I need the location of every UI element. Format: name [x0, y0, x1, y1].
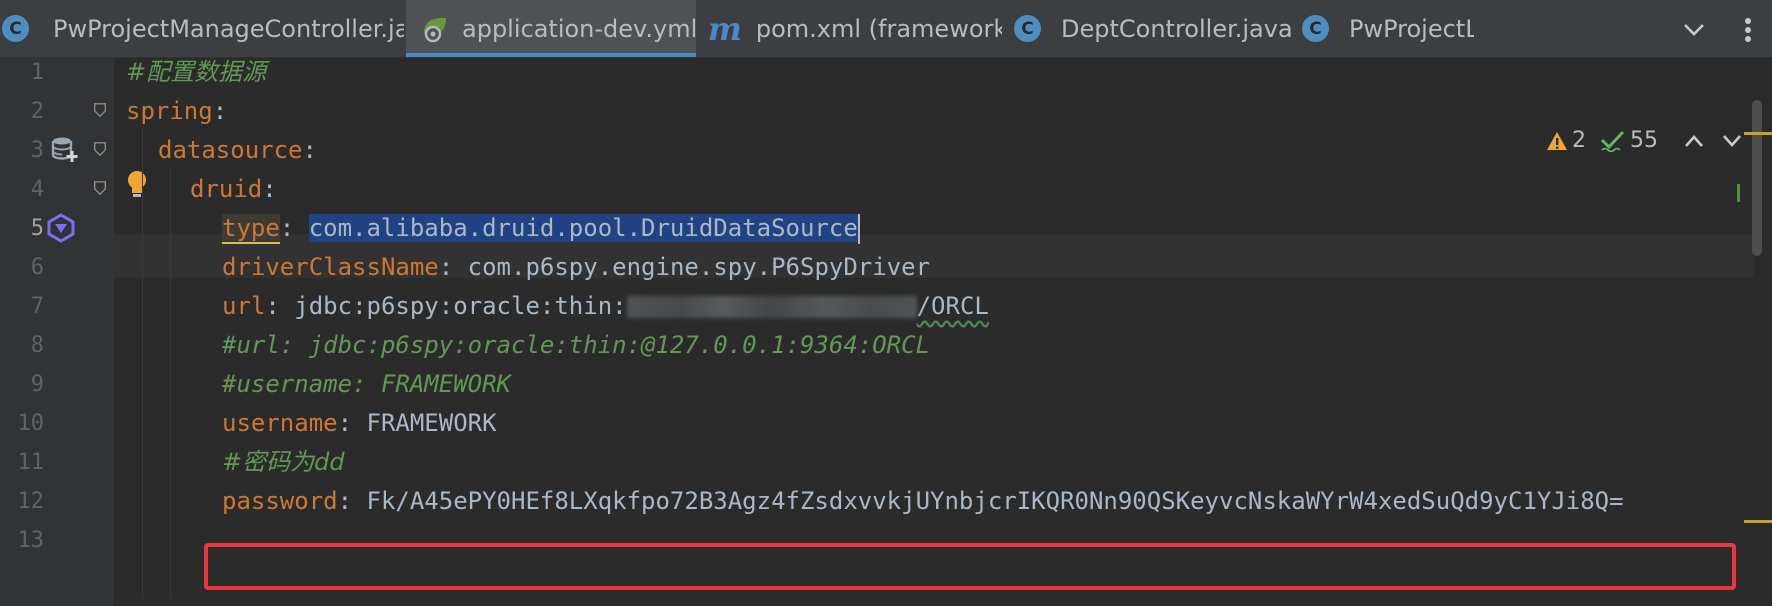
code-line-1: #配置数据源 [126, 58, 267, 86]
change-marker[interactable] [1737, 184, 1740, 202]
yaml-key: password [222, 487, 338, 515]
line-number: 12 [17, 489, 45, 514]
tab-label: DeptController.java [1061, 14, 1292, 43]
tab-label: pom.xml (framework) [755, 14, 1002, 43]
yaml-key: type [222, 214, 280, 244]
yaml-key: username [222, 409, 338, 437]
yaml-value: Fk/A45ePY0HEf8LXqkfpo72B3Agz4fZsdxvvkjUY… [366, 487, 1624, 515]
more-vertical-icon [1745, 18, 1751, 42]
tab-actions-menu-button[interactable] [1730, 12, 1766, 48]
text-caret [857, 214, 860, 244]
fold-marker-icon[interactable] [92, 141, 108, 157]
line-number: 10 [17, 411, 45, 436]
lightbulb-icon[interactable] [126, 170, 148, 202]
yaml-value: FRAMEWORK [366, 409, 497, 437]
indent-guide [170, 168, 171, 598]
code-line-2: spring: [126, 97, 228, 125]
show-hidden-tabs-button[interactable] [1676, 12, 1712, 48]
line-number: 1 [30, 60, 44, 85]
selected-text: com.alibaba.druid.pool.DruidDataSource [308, 214, 858, 242]
yaml-key: datasource [158, 136, 303, 164]
line-number: 2 [30, 99, 44, 124]
yaml-key: driverClassName [222, 253, 439, 281]
fold-marker-icon[interactable] [92, 102, 108, 118]
warning-icon [1547, 131, 1567, 150]
datasource-icon[interactable] [51, 136, 79, 168]
code-line-8: #url: jdbc:p6spy:oracle:thin:@127.0.0.1:… [222, 331, 931, 359]
tab-pom-xml[interactable]: m pom.xml (framework) × [708, 0, 1002, 57]
typo-count[interactable]: 55 [1600, 128, 1658, 153]
warnings-count[interactable]: 2 [1546, 128, 1586, 153]
spring-yaml-icon [420, 15, 450, 43]
code-line-3: datasource: [158, 136, 317, 164]
line-number: 8 [30, 333, 44, 358]
java-class-icon: C [2, 15, 29, 42]
line-number: 4 [30, 177, 44, 202]
line-number: 3 [30, 138, 44, 163]
code-line-11: #密码为dd [222, 448, 345, 476]
yaml-key: url [222, 292, 266, 320]
code-editor[interactable]: 1 2 3 4 5 6 7 8 9 10 11 12 13 #配置数据源 spr… [0, 58, 1772, 606]
line-number: 5 [30, 216, 44, 241]
indent-guide [142, 128, 143, 598]
code-line-12: password: Fk/A45ePY0HEf8LXqkfpo72B3Agz4f… [222, 487, 1624, 515]
redacted-host [626, 296, 917, 318]
vertical-scrollbar[interactable] [1752, 100, 1762, 256]
yaml-key: spring [126, 97, 213, 125]
tab-deptcontroller[interactable]: C DeptController.java × [1014, 0, 1292, 57]
line-number: 13 [17, 528, 45, 553]
code-line-10: username: FRAMEWORK [222, 409, 497, 437]
code-line-9: #username: FRAMEWORK [222, 370, 511, 398]
line-number: 11 [17, 450, 45, 475]
line-number: 7 [30, 294, 44, 319]
yaml-value: /ORCL [916, 292, 989, 320]
warning-stripe-marker[interactable] [1744, 132, 1772, 135]
next-highlight-icon[interactable] [1722, 134, 1742, 148]
yaml-value: com.p6spy.engine.spy.P6SpyDriver [467, 253, 931, 281]
highlight-annotation-box [204, 543, 1736, 590]
java-class-icon: C [1014, 15, 1041, 42]
quarkus-icon[interactable] [47, 213, 75, 247]
yaml-value: jdbc:p6spy:oracle:thin: [294, 292, 627, 320]
fold-marker-icon[interactable] [92, 180, 108, 196]
active-tab-indicator [406, 53, 696, 57]
previous-highlight-icon[interactable] [1684, 134, 1704, 148]
tab-application-dev-yml[interactable]: application-dev.yml × [406, 0, 696, 57]
code-line-7: url: jdbc:p6spy:oracle:thin:/ORCL [222, 292, 989, 320]
tab-label: PwProjectManageController.java [53, 14, 404, 43]
tab-label: application-dev.yml [462, 14, 696, 43]
inspection-widget[interactable]: 2 55 [1532, 128, 1742, 153]
code-line-6: driverClassName: com.p6spy.engine.spy.P6… [222, 253, 931, 281]
yaml-key: druid [190, 175, 263, 203]
java-class-icon: C [1302, 15, 1329, 42]
tab-pwprojectmanagecontroller[interactable]: C PwProjectManageController.java × [0, 0, 404, 57]
chevron-down-icon [1684, 24, 1704, 36]
code-line-4: druid: [190, 175, 277, 203]
code-line-5: type: com.alibaba.druid.pool.DruidDataSo… [222, 214, 860, 244]
line-number: 6 [30, 255, 44, 280]
tab-label: PwProjectLed [1349, 14, 1474, 43]
check-icon [1600, 130, 1625, 152]
tab-pwprojectled[interactable]: C PwProjectLed [1302, 0, 1474, 57]
line-number: 9 [30, 372, 44, 397]
maven-icon: m [708, 9, 742, 48]
warning-stripe-marker[interactable] [1744, 520, 1772, 523]
